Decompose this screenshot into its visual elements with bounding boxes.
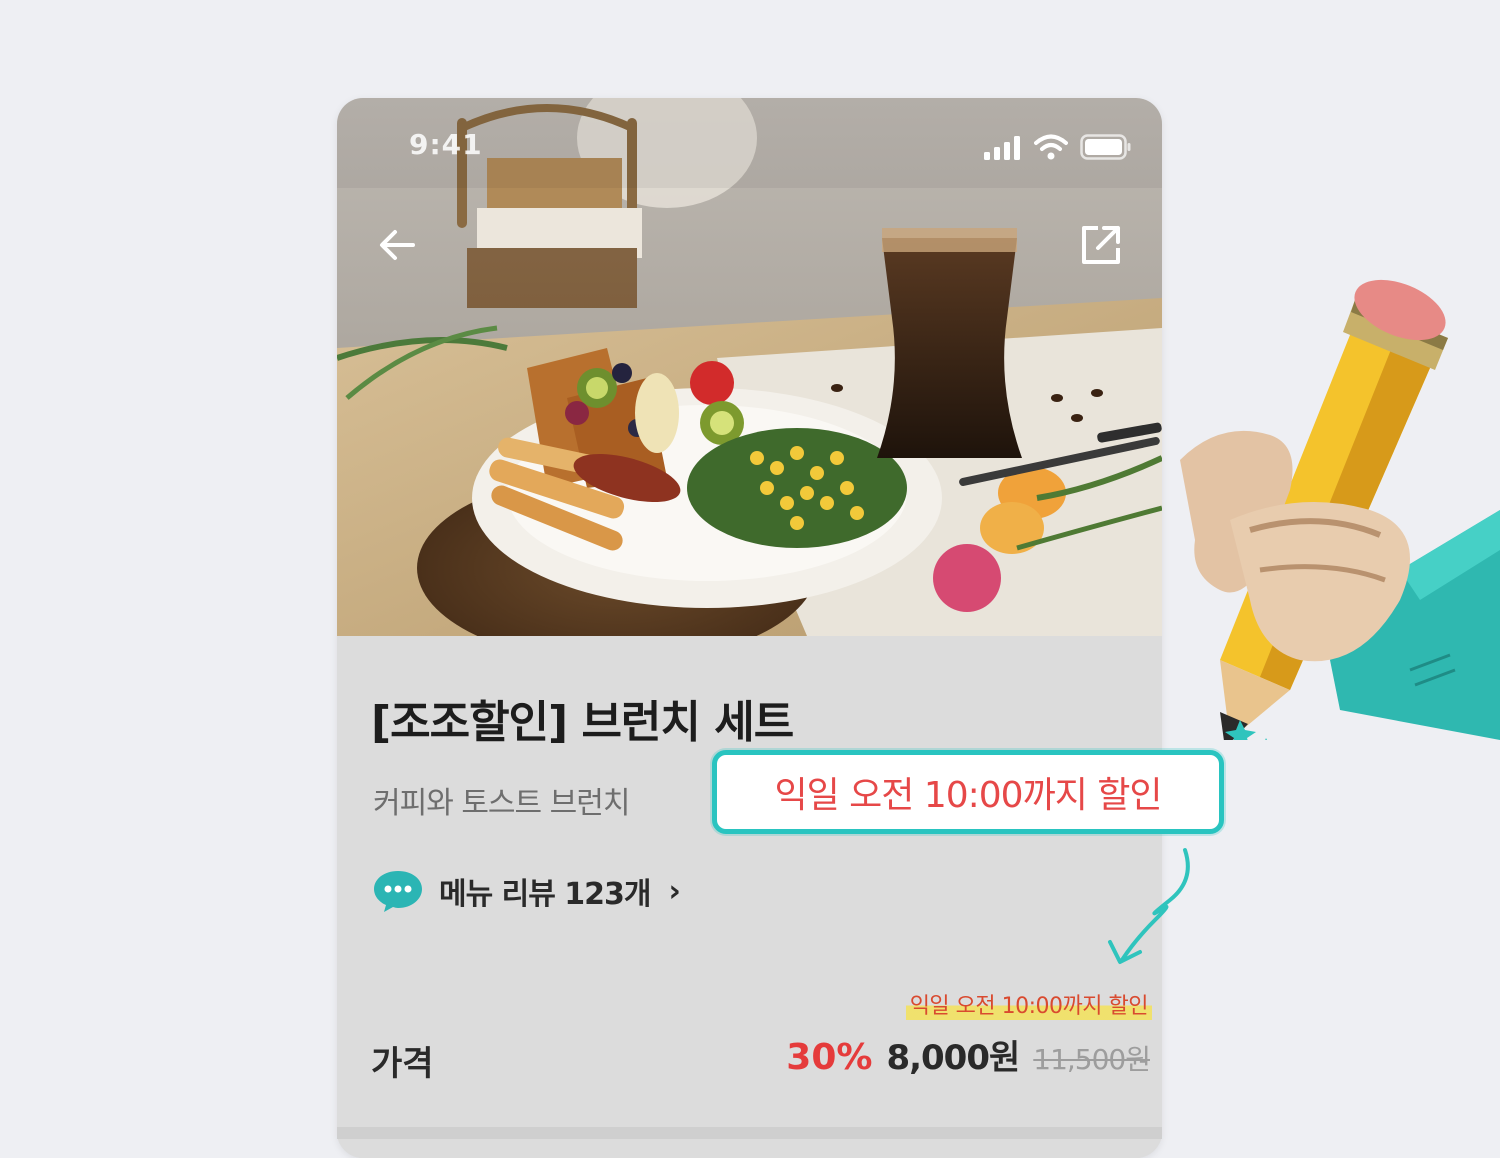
chevron-right-icon: › xyxy=(668,873,681,909)
chat-bubble-icon xyxy=(374,871,422,912)
sale-price: 8,000원 xyxy=(886,1038,1020,1078)
status-time: 9:41 xyxy=(409,128,483,161)
back-button[interactable] xyxy=(373,220,423,270)
discount-note: 익일 오전 10:00까지 할인 xyxy=(905,988,1152,1020)
bottom-edge xyxy=(0,1124,1500,1139)
menu-review-link[interactable]: 메뉴 리뷰 123개 › xyxy=(371,868,681,914)
product-info: [조조할인] 브런치 세트 커피와 토스트 브런치 메뉴 리뷰 123개 › 익… xyxy=(337,636,1162,1158)
product-title: [조조할인] 브런치 세트 xyxy=(371,697,794,748)
price-label: 가격 xyxy=(371,1044,434,1084)
product-subtitle: 커피와 토스트 브런치 xyxy=(373,786,630,821)
original-price: 11,500원 xyxy=(1033,1043,1151,1076)
product-detail-screen: 9:41 [조조할인] 브런치 세트 커피와 토스트 브런치 메뉴 리뷰 123… xyxy=(337,98,1162,1158)
back-arrow-icon xyxy=(380,230,415,260)
discount-rate: 30% xyxy=(786,1037,873,1078)
status-icons xyxy=(984,134,1132,160)
product-photo: 9:41 xyxy=(337,98,1162,636)
pencil-hand-illustration xyxy=(1180,279,1500,740)
wifi-icon xyxy=(1034,134,1068,160)
share-icon xyxy=(1082,226,1120,264)
share-button[interactable] xyxy=(1076,220,1126,270)
discount-callout: 익일 오전 10:00까지 할인 xyxy=(712,750,1224,834)
price-row: 30% 8,000원 11,500원 xyxy=(786,1030,1151,1079)
curly-arrow-icon xyxy=(1108,848,1190,964)
battery-icon xyxy=(1080,134,1131,160)
review-label: 메뉴 리뷰 123개 xyxy=(439,877,652,912)
signal-icon xyxy=(984,136,1020,160)
